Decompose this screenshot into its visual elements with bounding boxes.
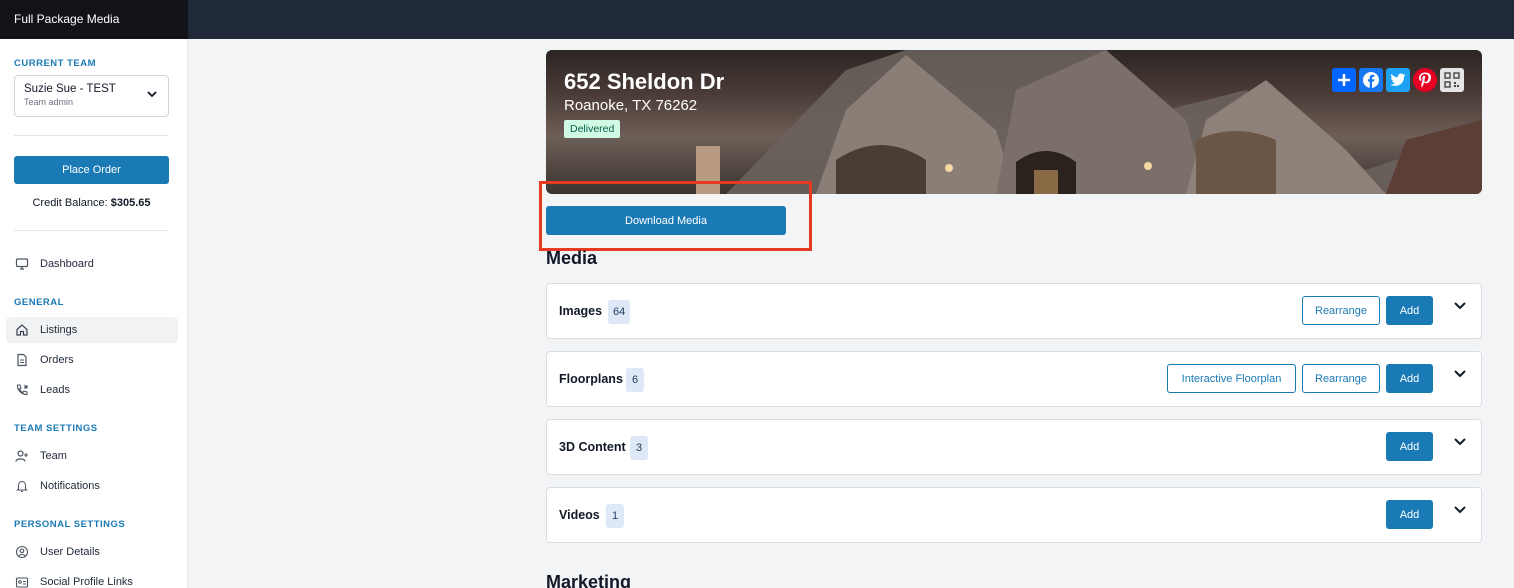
divider xyxy=(14,135,169,136)
sidebar-item-orders[interactable]: Orders xyxy=(6,347,178,373)
add-button[interactable]: Add xyxy=(1386,364,1433,393)
sidebar: CURRENT TEAM Suzie Sue - TEST Team admin… xyxy=(0,39,188,588)
chevron-down-icon[interactable] xyxy=(1453,505,1467,515)
credit-balance: Credit Balance: $305.65 xyxy=(14,197,169,209)
media-card-videos: Videos 1 Add xyxy=(546,487,1482,543)
add-button[interactable]: Add xyxy=(1386,432,1433,461)
interactive-floorplan-button[interactable]: Interactive Floorplan xyxy=(1167,364,1296,393)
count-badge: 3 xyxy=(630,436,648,460)
credit-value: $305.65 xyxy=(110,197,151,209)
sidebar-item-team[interactable]: Team xyxy=(6,443,178,469)
add-button[interactable]: Add xyxy=(1386,296,1433,325)
place-order-button[interactable]: Place Order xyxy=(14,156,169,184)
sidebar-item-label: Leads xyxy=(40,384,70,396)
pinterest-icon[interactable] xyxy=(1413,68,1437,92)
rearrange-button[interactable]: Rearrange xyxy=(1302,364,1380,393)
twitter-icon[interactable] xyxy=(1386,68,1410,92)
sidebar-item-label: Team xyxy=(40,450,67,462)
chevron-down-icon[interactable] xyxy=(1453,437,1467,447)
share-plus-icon[interactable] xyxy=(1332,68,1356,92)
document-icon xyxy=(14,352,30,368)
add-button[interactable]: Add xyxy=(1386,500,1433,529)
count-badge: 64 xyxy=(608,300,631,324)
team-selector[interactable]: Suzie Sue - TEST Team admin xyxy=(14,75,169,117)
id-card-icon xyxy=(14,574,30,588)
sidebar-item-notifications[interactable]: Notifications xyxy=(6,473,178,499)
sidebar-item-social-profile-links[interactable]: Social Profile Links xyxy=(6,569,178,588)
status-badge: Delivered xyxy=(564,120,621,138)
team-settings-label: TEAM SETTINGS xyxy=(14,423,98,434)
current-team-label: CURRENT TEAM xyxy=(14,58,96,69)
sidebar-item-label: Dashboard xyxy=(40,258,94,270)
main-content: 652 Sheldon Dr Roanoke, TX 76262 Deliver… xyxy=(188,39,1514,588)
download-media-button[interactable]: Download Media xyxy=(546,206,786,235)
card-title: Videos xyxy=(559,508,600,522)
count-badge: 1 xyxy=(606,504,624,528)
card-title: Images xyxy=(559,304,603,318)
sidebar-item-label: Orders xyxy=(40,354,74,366)
divider xyxy=(14,230,169,231)
media-card-floorplans: Floorplans 6 Interactive Floorplan Rearr… xyxy=(546,351,1482,407)
general-label: GENERAL xyxy=(14,297,64,308)
facebook-icon[interactable] xyxy=(1359,68,1383,92)
monitor-icon xyxy=(14,256,30,272)
phone-icon xyxy=(14,382,30,398)
qr-code-icon[interactable] xyxy=(1440,68,1464,92)
credit-label: Credit Balance: xyxy=(32,197,108,209)
top-bar xyxy=(0,0,1514,39)
user-plus-icon xyxy=(14,448,30,464)
sidebar-item-label: Social Profile Links xyxy=(40,576,133,588)
team-name: Suzie Sue - TEST xyxy=(24,83,116,95)
sidebar-item-dashboard[interactable]: Dashboard xyxy=(6,251,178,277)
team-role: Team admin xyxy=(24,97,74,107)
media-card-images: Images 64 Rearrange Add xyxy=(546,283,1482,339)
card-title: Floorplans xyxy=(559,372,623,386)
bell-icon xyxy=(14,478,30,494)
brand-name[interactable]: Full Package Media xyxy=(0,0,188,39)
sidebar-item-user-details[interactable]: User Details xyxy=(6,539,178,565)
rearrange-button[interactable]: Rearrange xyxy=(1302,296,1380,325)
count-badge: 6 xyxy=(626,368,644,392)
listing-hero-banner: 652 Sheldon Dr Roanoke, TX 76262 Deliver… xyxy=(546,50,1482,194)
personal-settings-label: PERSONAL SETTINGS xyxy=(14,519,126,530)
user-circle-icon xyxy=(14,544,30,560)
marketing-heading: Marketing xyxy=(546,572,632,588)
listing-city: Roanoke, TX 76262 xyxy=(564,97,698,114)
chevron-down-icon xyxy=(147,91,157,98)
chevron-down-icon[interactable] xyxy=(1453,301,1467,311)
sidebar-item-label: Listings xyxy=(40,324,78,336)
sidebar-item-label: User Details xyxy=(40,546,100,558)
listing-address: 652 Sheldon Dr xyxy=(564,69,725,94)
media-heading: Media xyxy=(546,248,598,268)
home-icon xyxy=(14,322,30,338)
sidebar-item-leads[interactable]: Leads xyxy=(6,377,178,403)
media-card-3d-content: 3D Content 3 Add xyxy=(546,419,1482,475)
sidebar-item-label: Notifications xyxy=(40,480,100,492)
sidebar-item-listings[interactable]: Listings xyxy=(6,317,178,343)
chevron-down-icon[interactable] xyxy=(1453,369,1467,379)
card-title: 3D Content xyxy=(559,440,626,454)
